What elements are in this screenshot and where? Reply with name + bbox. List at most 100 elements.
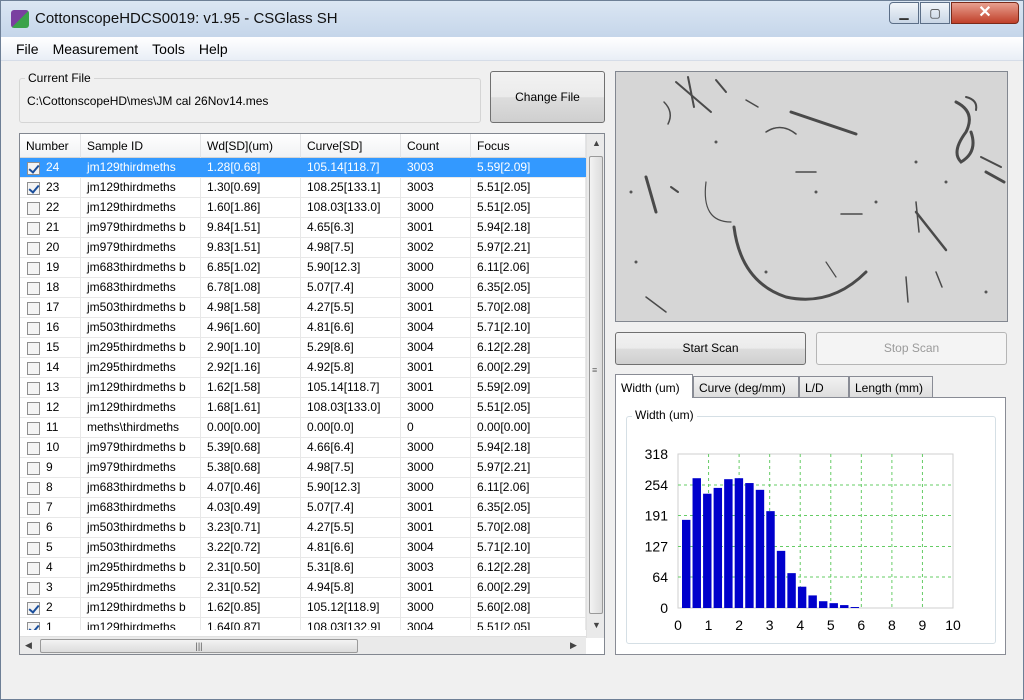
horizontal-scroll-thumb[interactable]: ||| (40, 639, 358, 653)
y-tick-label: 318 (645, 446, 669, 462)
row-checkbox[interactable] (27, 242, 40, 255)
row-checkbox[interactable] (27, 582, 40, 595)
scroll-up-icon[interactable]: ▲ (592, 138, 601, 148)
row-checkbox[interactable] (27, 402, 40, 415)
table-row[interactable]: 18 jm683thirdmeths 6.78[1.08] 5.07[7.4] 3000… (20, 278, 586, 298)
row-checkbox[interactable] (27, 442, 40, 455)
y-tick-label: 127 (645, 538, 669, 554)
table-row[interactable]: 1 jm129thirdmeths 1.64[0.87] 108.03[132.9] 3… (20, 618, 586, 630)
cell-focus: 6.00[2.29] (471, 358, 586, 377)
table-row[interactable]: 16 jm503thirdmeths 4.96[1.60] 4.81[6.6] 3004… (20, 318, 586, 338)
vertical-scrollbar[interactable]: ▲ ≡ ▼ (586, 134, 604, 638)
cell-count: 3000 (401, 478, 471, 497)
row-checkbox[interactable] (27, 482, 40, 495)
cell-curve: 105.14[118.7] (301, 158, 401, 177)
menu-tools[interactable]: Tools (145, 37, 192, 61)
table-row[interactable]: 6 jm503thirdmeths b 3.23[0.71] 4.27[5.5] 300… (20, 518, 586, 538)
list-header: Number Sample ID Wd[SD](um) Curve[SD] Co… (20, 134, 586, 158)
cell-width: 1.30[0.69] (201, 178, 301, 197)
row-checkbox[interactable] (27, 262, 40, 275)
table-row[interactable]: 17 jm503thirdmeths b 4.98[1.58] 4.27[5.5] 30… (20, 298, 586, 318)
cell-count: 3001 (401, 498, 471, 517)
table-row[interactable]: 21 jm979thirdmeths b 9.84[1.51] 4.65[6.3] 30… (20, 218, 586, 238)
row-checkbox[interactable] (27, 422, 40, 435)
grip-icon: ≡ (592, 365, 598, 375)
row-checkbox[interactable] (27, 502, 40, 515)
column-sample-id[interactable]: Sample ID (81, 134, 201, 158)
scroll-down-icon[interactable]: ▼ (592, 620, 601, 630)
table-row[interactable]: 9 jm979thirdmeths 5.38[0.68] 4.98[7.5] 3000 5… (20, 458, 586, 478)
tab-width[interactable]: Width (um) (615, 374, 693, 398)
table-row[interactable]: 22 jm129thirdmeths 1.60[1.86] 108.03[133.0]… (20, 198, 586, 218)
maximize-button[interactable]: ▢ (920, 2, 950, 24)
cell-focus: 5.51[2.05] (471, 198, 586, 217)
cell-count: 3000 (401, 598, 471, 617)
table-row[interactable]: 15 jm295thirdmeths b 2.90[1.10] 5.29[8.6] 30… (20, 338, 586, 358)
row-checkbox[interactable] (27, 182, 40, 195)
scroll-left-icon[interactable]: ◀ (25, 640, 32, 651)
table-row[interactable]: 3 jm295thirdmeths 2.31[0.52] 4.94[5.8] 3001 6… (20, 578, 586, 598)
column-width[interactable]: Wd[SD](um) (201, 134, 301, 158)
stop-scan-button[interactable]: Stop Scan (816, 332, 1007, 365)
cell-sample-id: jm295thirdmeths b (81, 338, 201, 357)
row-checkbox[interactable] (27, 162, 40, 175)
row-number: 24 (46, 160, 60, 174)
change-file-button[interactable]: Change File (490, 71, 605, 123)
table-row[interactable]: 11 meths\thirdmeths 0.00[0.00] 0.00[0.0] 0 0.… (20, 418, 586, 438)
column-count[interactable]: Count (401, 134, 471, 158)
menu-help[interactable]: Help (192, 37, 235, 61)
table-row[interactable]: 24 jm129thirdmeths 1.28[0.68] 105.14[118.7]… (20, 158, 586, 178)
row-checkbox[interactable] (27, 602, 40, 615)
row-checkbox[interactable] (27, 302, 40, 315)
cell-width: 2.90[1.10] (201, 338, 301, 357)
column-curve[interactable]: Curve[SD] (301, 134, 401, 158)
table-row[interactable]: 23 jm129thirdmeths 1.30[0.69] 108.25[133.1]… (20, 178, 586, 198)
column-number[interactable]: Number (20, 134, 81, 158)
cell-focus: 5.70[2.08] (471, 298, 586, 317)
table-row[interactable]: 10 jm979thirdmeths b 5.39[0.68] 4.66[6.4] 30… (20, 438, 586, 458)
horizontal-scrollbar[interactable]: ◀ ||| ▶ (20, 636, 586, 654)
scroll-right-icon[interactable]: ▶ (570, 640, 577, 651)
minimize-button[interactable]: ▁ (889, 2, 919, 24)
cell-count: 3001 (401, 378, 471, 397)
row-checkbox[interactable] (27, 322, 40, 335)
row-number: 21 (46, 220, 60, 234)
vertical-scroll-thumb[interactable]: ≡ (589, 156, 603, 614)
table-row[interactable]: 19 jm683thirdmeths b 6.85[1.02] 5.90[12.3] 3… (20, 258, 586, 278)
row-checkbox[interactable] (27, 522, 40, 535)
table-row[interactable]: 13 jm129thirdmeths b 1.62[1.58] 105.14[118.… (20, 378, 586, 398)
cell-curve: 0.00[0.0] (301, 418, 401, 437)
row-checkbox[interactable] (27, 202, 40, 215)
row-checkbox[interactable] (27, 222, 40, 235)
table-row[interactable]: 8 jm683thirdmeths b 4.07[0.46] 5.90[12.3] 30… (20, 478, 586, 498)
table-row[interactable]: 4 jm295thirdmeths b 2.31[0.50] 5.31[8.6] 300… (20, 558, 586, 578)
row-checkbox[interactable] (27, 382, 40, 395)
menu-file[interactable]: File (1, 37, 46, 61)
cell-focus: 5.59[2.09] (471, 378, 586, 397)
tab-curve[interactable]: Curve (deg/mm) (693, 376, 799, 398)
table-row[interactable]: 5 jm503thirdmeths 3.22[0.72] 4.81[6.6] 3004 5… (20, 538, 586, 558)
start-scan-button[interactable]: Start Scan (615, 332, 806, 365)
row-checkbox[interactable] (27, 362, 40, 375)
cell-sample-id: jm683thirdmeths b (81, 258, 201, 277)
close-button[interactable]: ✕ (951, 2, 1019, 24)
cell-focus: 5.70[2.08] (471, 518, 586, 537)
row-checkbox[interactable] (27, 562, 40, 575)
cell-number: 2 (20, 598, 81, 617)
row-checkbox[interactable] (27, 462, 40, 475)
table-row[interactable]: 20 jm979thirdmeths 9.83[1.51] 4.98[7.5] 3002… (20, 238, 586, 258)
tab-length[interactable]: Length (mm) (849, 376, 933, 398)
menu-measurement[interactable]: Measurement (46, 37, 146, 61)
column-focus[interactable]: Focus (471, 134, 586, 158)
row-checkbox[interactable] (27, 342, 40, 355)
row-checkbox[interactable] (27, 542, 40, 555)
cell-focus: 5.94[2.18] (471, 438, 586, 457)
cell-count: 3000 (401, 458, 471, 477)
row-checkbox[interactable] (27, 622, 40, 630)
table-row[interactable]: 12 jm129thirdmeths 1.68[1.61] 108.03[133.0]… (20, 398, 586, 418)
table-row[interactable]: 2 jm129thirdmeths b 1.62[0.85] 105.12[118.9… (20, 598, 586, 618)
tab-ld[interactable]: L/D (799, 376, 849, 398)
table-row[interactable]: 14 jm295thirdmeths 2.92[1.16] 4.92[5.8] 3001… (20, 358, 586, 378)
table-row[interactable]: 7 jm683thirdmeths 4.03[0.49] 5.07[7.4] 3001 6… (20, 498, 586, 518)
row-checkbox[interactable] (27, 282, 40, 295)
